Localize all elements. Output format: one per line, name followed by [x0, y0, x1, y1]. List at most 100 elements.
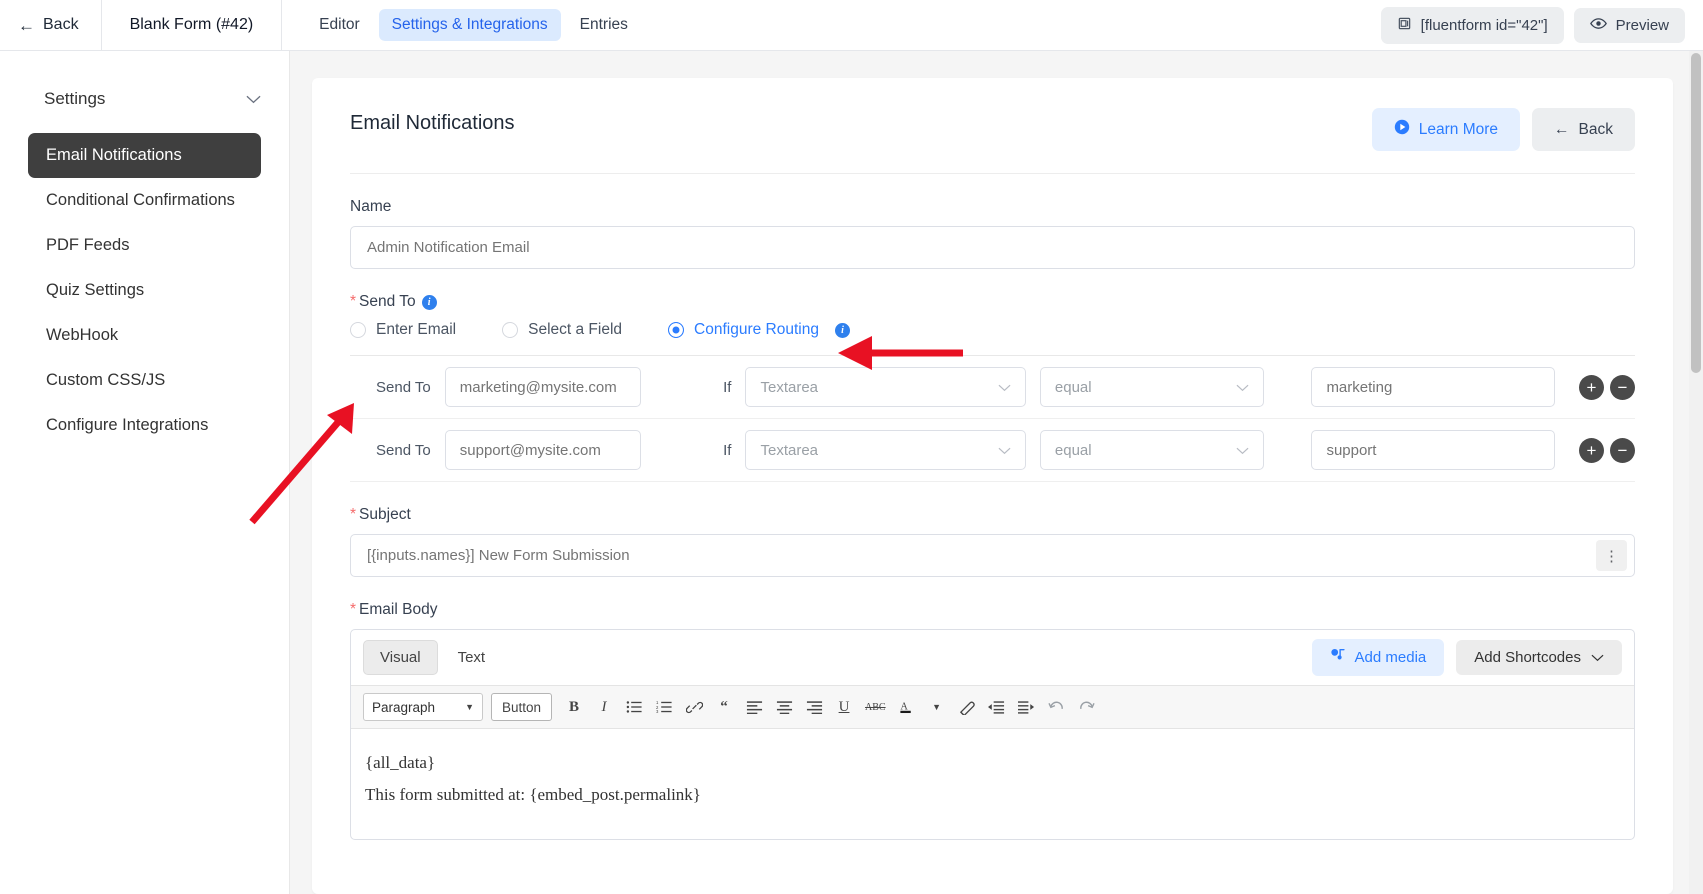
back-button[interactable]: ← Back — [0, 0, 102, 50]
redo-icon[interactable] — [1073, 693, 1101, 721]
routing-operator-select[interactable]: equal — [1039, 430, 1265, 470]
info-icon[interactable]: i — [835, 322, 850, 338]
top-bar-actions: [fluentform id="42"] Preview — [1380, 0, 1703, 50]
routing-field-select[interactable]: Textarea — [745, 367, 1026, 407]
routing-field-select[interactable]: Textarea — [745, 430, 1026, 470]
add-media-label: Add media — [1354, 649, 1427, 666]
card-header-actions: Learn More ← Back — [1371, 108, 1635, 151]
sidebar-item-webhook[interactable]: WebHook — [28, 313, 261, 358]
undo-icon[interactable] — [1043, 693, 1071, 721]
bold-icon[interactable]: B — [560, 693, 588, 721]
email-body-editor: Visual Text Add media Add Shortcodes Par… — [350, 629, 1635, 840]
routing-send-to-label: Send To — [376, 378, 431, 396]
info-icon[interactable]: i — [421, 295, 437, 310]
sidebar-item-configure-integrations[interactable]: Configure Integrations — [28, 403, 261, 448]
copy-icon — [1397, 16, 1412, 35]
outdent-icon[interactable] — [983, 693, 1011, 721]
editor-line: {all_data} — [365, 753, 436, 772]
subject-shortcode-menu-button[interactable]: ⋮ — [1596, 540, 1627, 571]
routing-value-input[interactable] — [1311, 430, 1555, 470]
align-right-icon[interactable] — [800, 693, 828, 721]
sidebar-item-conditional-confirmations[interactable]: Conditional Confirmations — [28, 178, 261, 223]
subject-input[interactable] — [350, 534, 1635, 577]
align-center-icon[interactable] — [770, 693, 798, 721]
numbered-list-icon[interactable]: 1 2 3 — [650, 693, 678, 721]
bullet-list-icon[interactable] — [620, 693, 648, 721]
email-body-group: * Email Body Visual Text Add media Add S… — [350, 601, 1635, 840]
sidebar-heading-label: Settings — [44, 89, 106, 108]
radio-enter-email[interactable]: Enter Email — [350, 321, 456, 339]
required-asterisk: * — [350, 293, 357, 310]
shortcode-copy-button[interactable]: [fluentform id="42"] — [1380, 6, 1564, 44]
radio-select-a-field[interactable]: Select a Field — [502, 321, 622, 339]
radio-dot-icon — [502, 322, 519, 338]
svg-text:3: 3 — [656, 709, 659, 714]
vertical-scrollbar[interactable] — [1689, 51, 1703, 894]
editor-content-area[interactable]: {all_data} This form submitted at: {embe… — [351, 729, 1634, 839]
routing-send-to-label: Send To — [376, 441, 431, 459]
remove-routing-row-button[interactable]: − — [1609, 437, 1635, 463]
preview-button[interactable]: Preview — [1573, 7, 1685, 43]
svg-text:A: A — [900, 701, 908, 712]
sidebar-item-pdf-feeds[interactable]: PDF Feeds — [28, 223, 261, 268]
sidebar-items: Email Notifications Conditional Confirma… — [0, 133, 289, 448]
sidebar-heading-settings[interactable]: Settings — [0, 79, 289, 119]
clear-formatting-icon[interactable] — [953, 693, 981, 721]
subject-input-wrapper: ⋮ — [350, 534, 1635, 577]
media-icon — [1330, 648, 1346, 667]
eye-icon — [1589, 17, 1607, 34]
add-routing-row-button[interactable]: + — [1578, 437, 1604, 463]
underline-icon[interactable]: U — [830, 693, 858, 721]
add-media-button[interactable]: Add media — [1311, 639, 1445, 676]
add-shortcodes-button[interactable]: Add Shortcodes — [1456, 640, 1622, 675]
paragraph-format-select[interactable]: Paragraph ▼ — [363, 693, 483, 721]
radio-configure-routing[interactable]: Configure Routing i — [668, 321, 850, 339]
sidebar-item-custom-css-js[interactable]: Custom CSS/JS — [28, 358, 261, 403]
panel-back-button[interactable]: ← Back — [1532, 108, 1635, 151]
chevron-down-icon — [246, 92, 261, 107]
chevron-down-icon — [1236, 443, 1249, 458]
name-input[interactable] — [350, 226, 1635, 269]
subject-group: *Subject ⋮ — [350, 506, 1635, 577]
top-bar: ← Back Blank Form (#42) Editor Settings … — [0, 0, 1703, 51]
editor-tab-text[interactable]: Text — [442, 641, 502, 674]
indent-icon[interactable] — [1013, 693, 1041, 721]
editor-tab-visual[interactable]: Visual — [363, 640, 438, 675]
tab-editor[interactable]: Editor — [306, 9, 373, 41]
play-circle-icon — [1394, 119, 1410, 140]
routing-table: Send To If Textarea equal — [350, 355, 1635, 482]
radio-dot-icon — [350, 322, 366, 338]
routing-field-value: Textarea — [760, 441, 819, 459]
routing-email-input[interactable] — [444, 367, 641, 407]
routing-value-input[interactable] — [1311, 367, 1555, 407]
content-area: Email Notifications Learn More ← Back Na… — [290, 51, 1703, 894]
required-asterisk: * — [350, 506, 357, 523]
add-routing-row-button[interactable]: + — [1578, 374, 1604, 400]
arrow-left-icon: ← — [1554, 120, 1570, 138]
text-color-dropdown-icon[interactable]: ▼ — [923, 693, 951, 721]
radio-configure-routing-label: Configure Routing — [694, 321, 819, 338]
routing-operator-value: equal — [1054, 378, 1092, 396]
insert-button-button[interactable]: Button — [491, 693, 553, 721]
align-left-icon[interactable] — [740, 693, 768, 721]
tab-entries[interactable]: Entries — [567, 9, 641, 41]
link-icon[interactable] — [680, 693, 708, 721]
strikethrough-icon[interactable]: ABC — [860, 693, 891, 721]
editor-toolbar: Paragraph ▼ Button B I 1 2 3 “ U ABC A ▼ — [351, 686, 1634, 729]
scrollbar-thumb[interactable] — [1691, 53, 1701, 373]
page-title: Email Notifications — [350, 112, 515, 134]
italic-icon[interactable]: I — [590, 693, 618, 721]
blockquote-icon[interactable]: “ — [710, 693, 738, 721]
routing-field-value: Textarea — [760, 378, 819, 396]
remove-routing-row-button[interactable]: − — [1609, 374, 1635, 400]
sidebar-item-quiz-settings[interactable]: Quiz Settings — [28, 268, 261, 313]
routing-email-input[interactable] — [444, 430, 641, 470]
sidebar-item-email-notifications[interactable]: Email Notifications — [28, 133, 261, 178]
paragraph-format-value: Paragraph — [372, 699, 436, 715]
routing-row: Send To If Textarea equal — [350, 356, 1635, 419]
text-color-icon[interactable]: A — [893, 693, 921, 721]
tab-settings-integrations[interactable]: Settings & Integrations — [378, 9, 561, 41]
routing-operator-select[interactable]: equal — [1039, 367, 1265, 407]
learn-more-button[interactable]: Learn More — [1371, 108, 1521, 151]
chevron-down-icon — [1591, 649, 1604, 666]
